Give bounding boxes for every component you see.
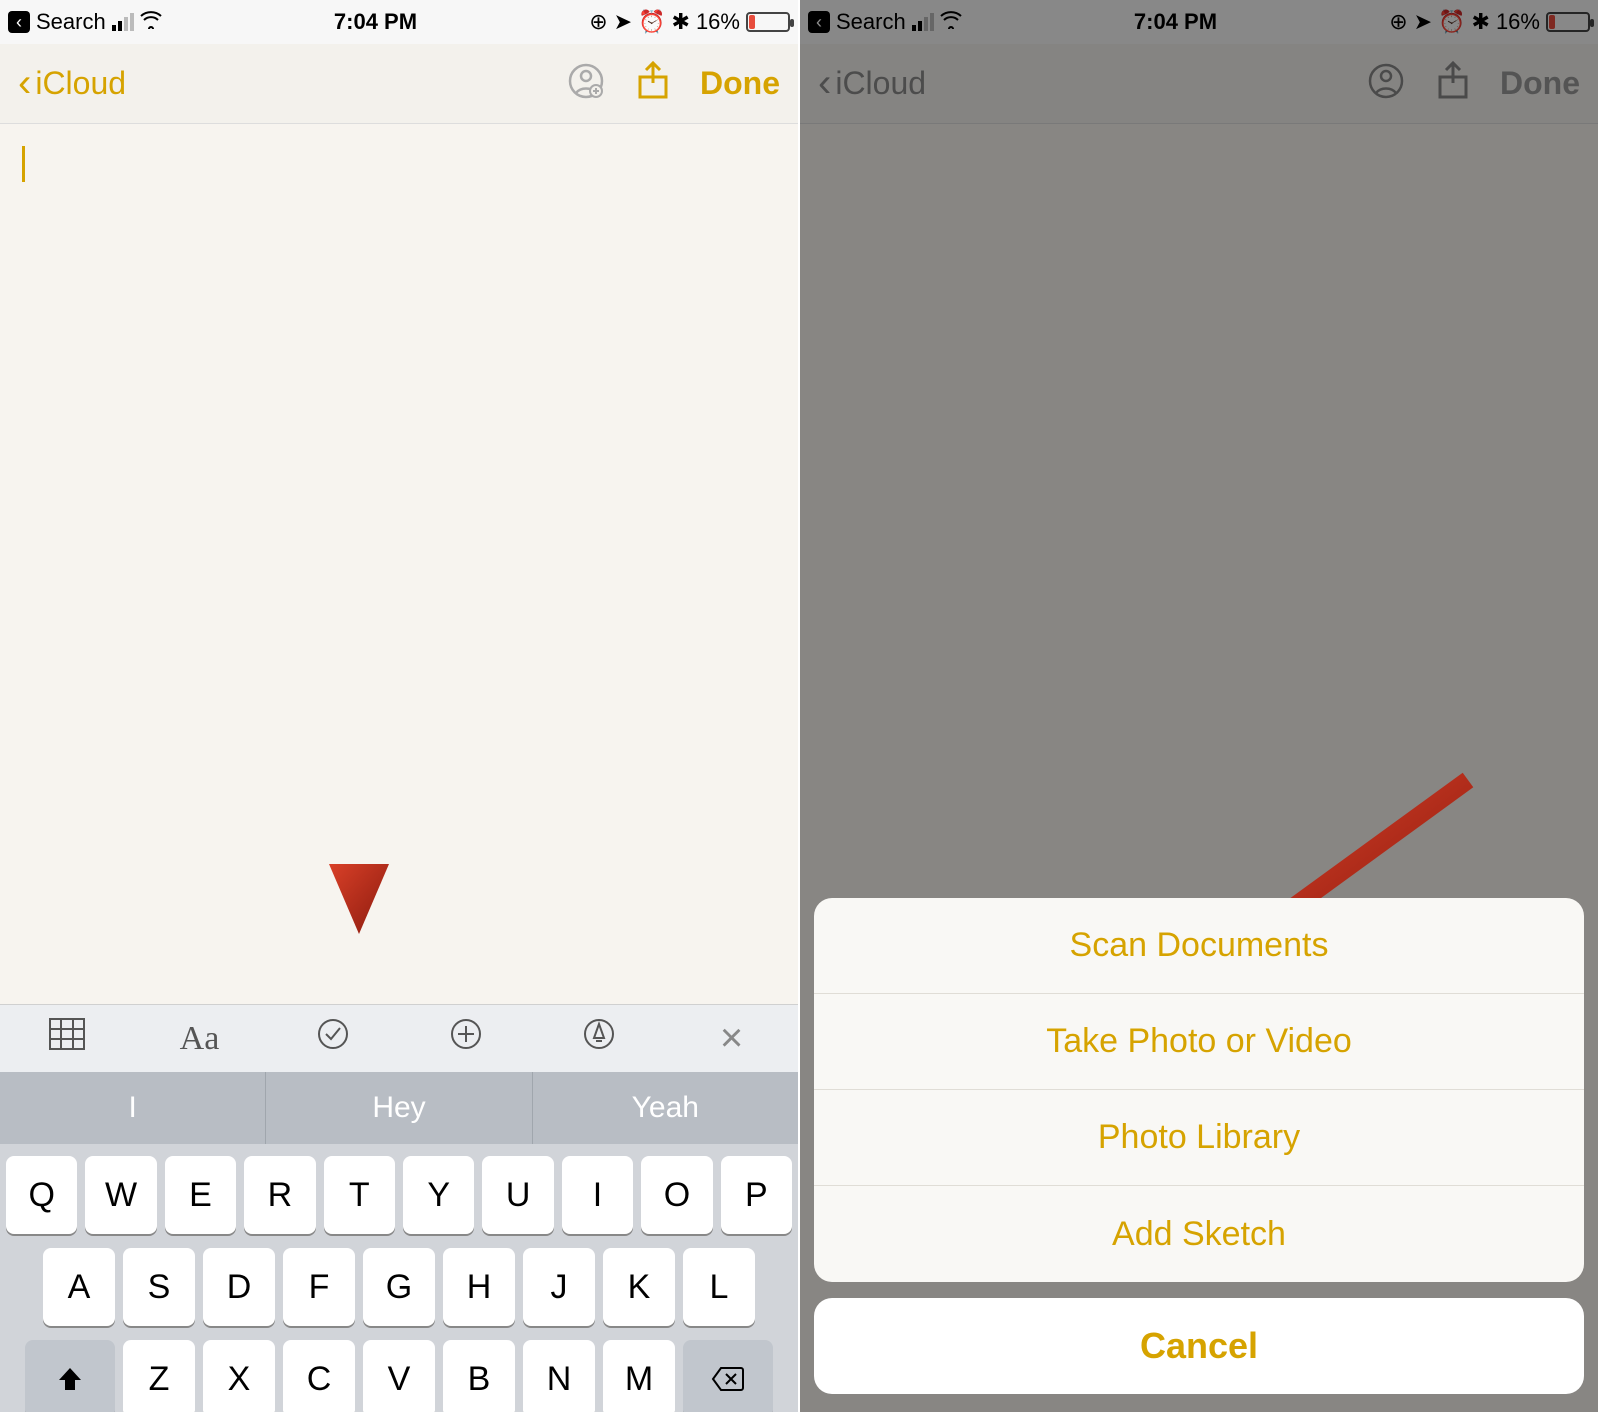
key-l[interactable]: L: [683, 1248, 755, 1326]
action-cancel[interactable]: Cancel: [814, 1298, 1584, 1394]
checklist-button[interactable]: [266, 1017, 399, 1060]
collaborate-icon[interactable]: [566, 61, 606, 106]
key-x[interactable]: X: [203, 1340, 275, 1412]
keyboard-accessory: Aa ×: [0, 1004, 798, 1072]
lock-rotation-icon: ⊕: [589, 9, 607, 35]
add-attachment-button[interactable]: [399, 1017, 532, 1060]
signal-icon: [112, 13, 134, 31]
key-v[interactable]: V: [363, 1340, 435, 1412]
key-f[interactable]: F: [283, 1248, 355, 1326]
key-s[interactable]: S: [123, 1248, 195, 1326]
key-b[interactable]: B: [443, 1340, 515, 1412]
bluetooth-icon: ✱: [672, 9, 690, 35]
back-to-app-icon[interactable]: ‹: [8, 11, 30, 33]
annotation-arrow-down: [319, 624, 399, 944]
key-h[interactable]: H: [443, 1248, 515, 1326]
key-delete[interactable]: [683, 1340, 773, 1412]
share-icon[interactable]: [636, 61, 670, 106]
key-q[interactable]: Q: [6, 1156, 77, 1234]
key-i[interactable]: I: [562, 1156, 633, 1234]
key-u[interactable]: U: [482, 1156, 553, 1234]
table-button[interactable]: [0, 1018, 133, 1059]
key-k[interactable]: K: [603, 1248, 675, 1326]
dismiss-keyboard-button[interactable]: ×: [665, 1016, 798, 1061]
action-sheet-options: Scan Documents Take Photo or Video Photo…: [814, 898, 1584, 1282]
key-t[interactable]: T: [324, 1156, 395, 1234]
action-photo-library[interactable]: Photo Library: [814, 1090, 1584, 1186]
key-j[interactable]: J: [523, 1248, 595, 1326]
key-shift[interactable]: [25, 1340, 115, 1412]
keyboard: Q W E R T Y U I O P A S D F G H J K L Z: [0, 1144, 798, 1412]
key-e[interactable]: E: [165, 1156, 236, 1234]
battery-icon: [746, 12, 790, 32]
key-z[interactable]: Z: [123, 1340, 195, 1412]
location-icon: ➤: [614, 9, 632, 35]
key-a[interactable]: A: [43, 1248, 115, 1326]
suggestion-2[interactable]: Yeah: [533, 1072, 798, 1144]
nav-bar: ‹ iCloud Done: [0, 44, 798, 124]
status-bar: ‹ Search 7:04 PM ⊕ ➤ ⏰ ✱ 16%: [0, 0, 798, 44]
back-label: iCloud: [35, 65, 126, 102]
chevron-left-icon: ‹: [18, 61, 31, 106]
key-r[interactable]: R: [244, 1156, 315, 1234]
key-n[interactable]: N: [523, 1340, 595, 1412]
alarm-icon: ⏰: [638, 9, 665, 35]
wifi-icon: [140, 9, 162, 35]
markup-button[interactable]: [532, 1017, 665, 1060]
text-cursor: [22, 146, 25, 182]
done-button[interactable]: Done: [700, 65, 780, 102]
note-editor[interactable]: [0, 124, 798, 1004]
key-o[interactable]: O: [641, 1156, 712, 1234]
key-g[interactable]: G: [363, 1248, 435, 1326]
action-sheet: Scan Documents Take Photo or Video Photo…: [814, 898, 1584, 1394]
key-y[interactable]: Y: [403, 1156, 474, 1234]
key-w[interactable]: W: [85, 1156, 156, 1234]
suggestion-1[interactable]: Hey: [266, 1072, 532, 1144]
phone-right-action-sheet: ‹ Search 7:04 PM ⊕ ➤ ⏰ ✱ 16% ‹ iCloud: [800, 0, 1600, 1412]
suggestion-0[interactable]: I: [0, 1072, 266, 1144]
key-m[interactable]: M: [603, 1340, 675, 1412]
key-p[interactable]: P: [721, 1156, 792, 1234]
action-take-photo-video[interactable]: Take Photo or Video: [814, 994, 1584, 1090]
text-format-button[interactable]: Aa: [133, 1020, 266, 1058]
status-time: 7:04 PM: [334, 9, 417, 35]
status-search-label[interactable]: Search: [36, 9, 106, 35]
action-add-sketch[interactable]: Add Sketch: [814, 1186, 1584, 1282]
battery-percent: 16%: [696, 9, 740, 35]
action-scan-documents[interactable]: Scan Documents: [814, 898, 1584, 994]
keyboard-suggestions: I Hey Yeah: [0, 1072, 798, 1144]
back-button[interactable]: ‹ iCloud: [18, 61, 126, 106]
key-d[interactable]: D: [203, 1248, 275, 1326]
phone-left-notes-editor: ‹ Search 7:04 PM ⊕ ➤ ⏰ ✱ 16% ‹ iCloud: [0, 0, 800, 1412]
key-c[interactable]: C: [283, 1340, 355, 1412]
